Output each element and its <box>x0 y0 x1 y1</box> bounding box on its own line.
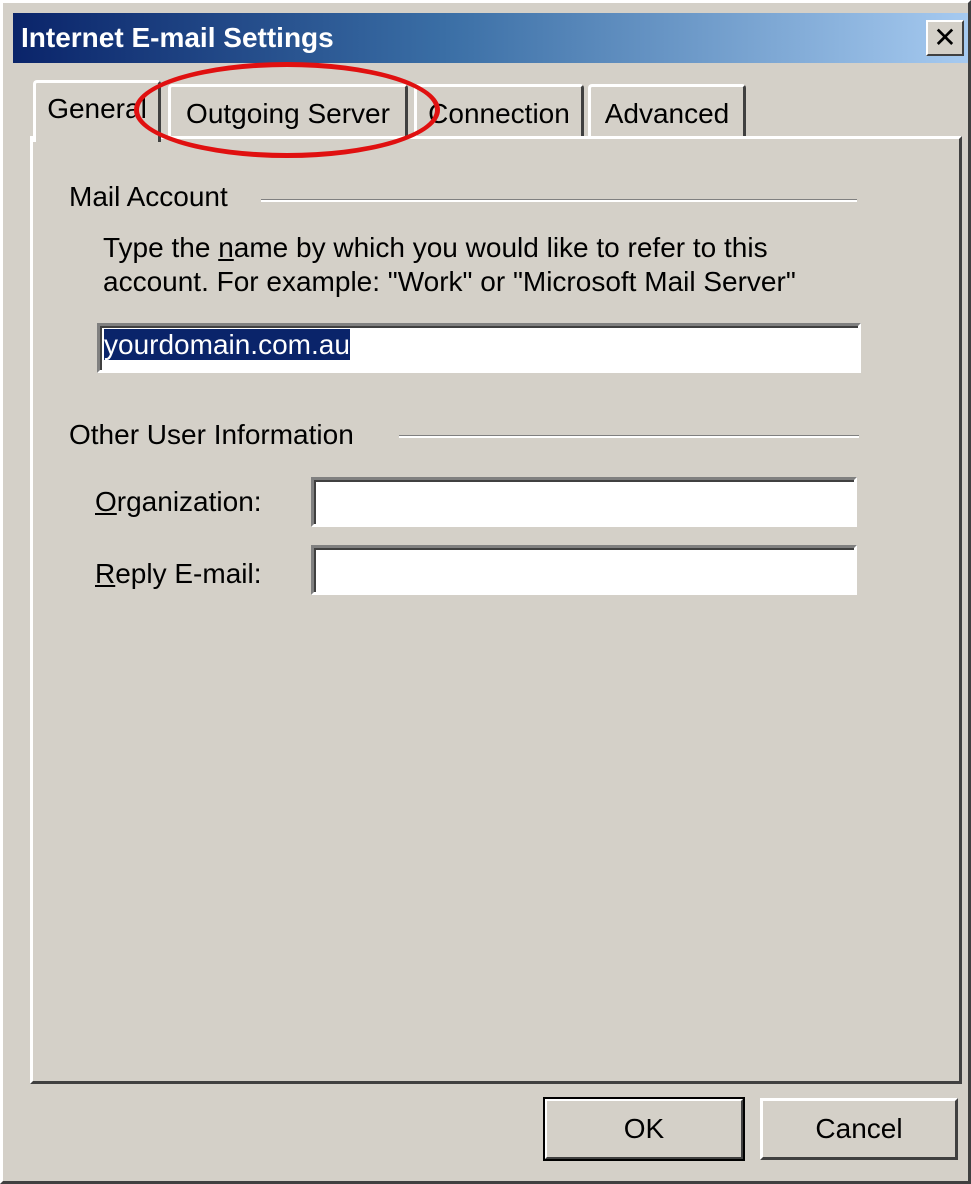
tab-outgoing-server[interactable]: Outgoing Server <box>168 84 408 140</box>
organization-field[interactable] <box>311 477 857 527</box>
ok-button[interactable]: OK <box>543 1097 745 1161</box>
close-icon: ✕ <box>933 22 957 53</box>
dialog-title: Internet E-mail Settings <box>21 22 334 53</box>
reply-email-field[interactable] <box>311 545 857 595</box>
description-text-start: Type the <box>103 232 219 263</box>
general-tab-panel: Mail Account Type the name by which you … <box>30 136 962 1084</box>
mail-account-separator <box>261 199 857 202</box>
reply-email-label: Reply E-mail: <box>95 557 262 591</box>
account-name-input[interactable]: yourdomain.com.au <box>97 323 861 373</box>
account-name-value: yourdomain.com.au <box>104 329 350 360</box>
tab-general-label: General <box>47 93 147 124</box>
reply-email-mnemonic: R <box>95 558 116 589</box>
close-button[interactable]: ✕ <box>926 20 964 56</box>
title-bar[interactable]: Internet E-mail Settings ✕ <box>13 13 968 63</box>
cancel-button-label: Cancel <box>815 1113 903 1144</box>
mail-account-heading: Mail Account <box>69 181 228 213</box>
organization-mnemonic: O <box>95 486 117 517</box>
tab-advanced-label: Advanced <box>604 98 730 129</box>
ok-button-label: OK <box>623 1113 665 1144</box>
reply-email-label-text: eply E-mail: <box>115 558 262 589</box>
tab-connection[interactable]: Connection <box>414 84 584 140</box>
organization-label-text: rganization: <box>116 486 262 517</box>
tab-advanced[interactable]: Advanced <box>588 84 746 140</box>
account-name-description: Type the name by which you would like to… <box>103 231 863 299</box>
cancel-button[interactable]: Cancel <box>760 1098 958 1160</box>
tab-connection-label: Connection <box>428 98 570 129</box>
tab-general[interactable]: General <box>33 80 161 142</box>
description-mnemonic: n <box>218 232 234 263</box>
tab-outgoing-server-label: Outgoing Server <box>186 98 390 129</box>
organization-label: Organization: <box>95 485 262 519</box>
user-info-heading: Other User Information <box>69 419 354 451</box>
user-info-separator <box>399 435 859 438</box>
